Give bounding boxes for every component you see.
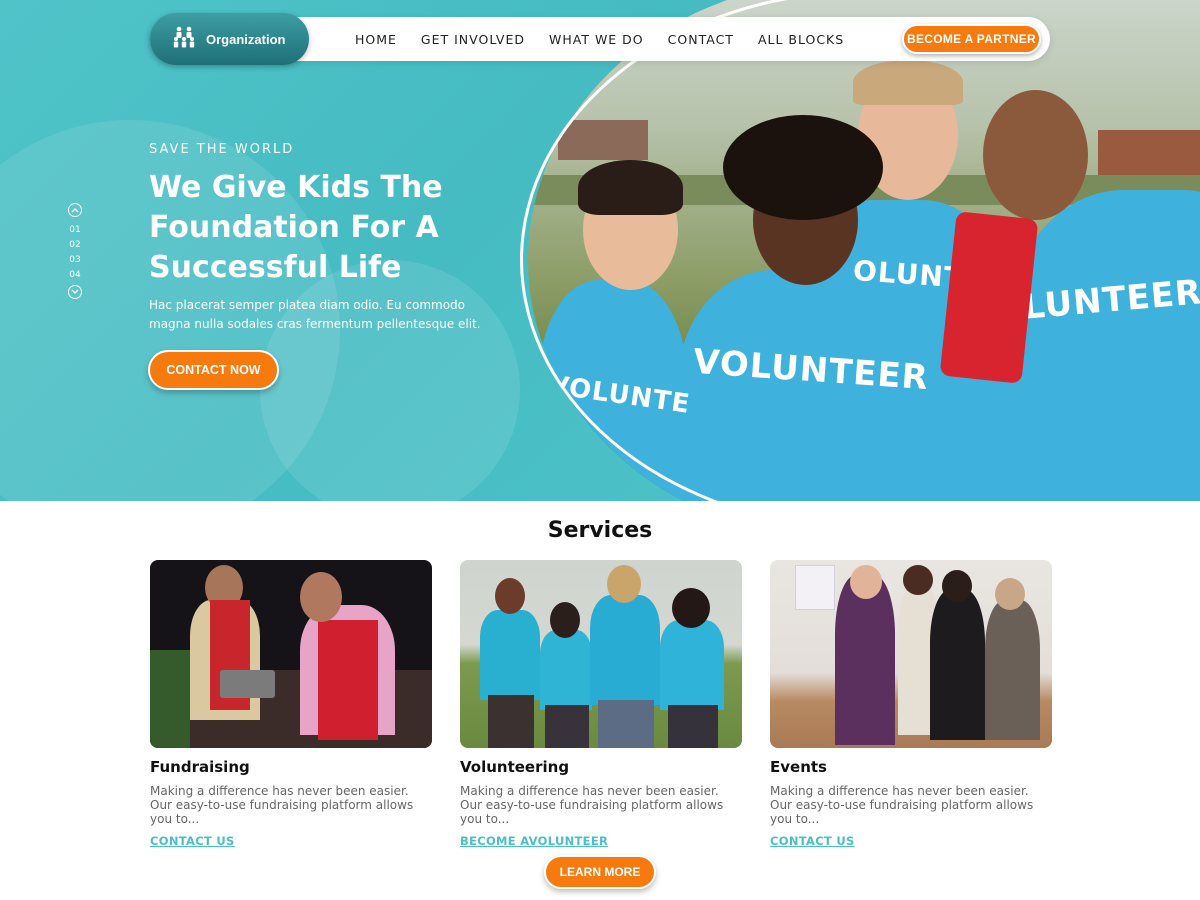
service-card-title: Events: [770, 758, 827, 776]
service-card-description: Making a difference has never been easie…: [460, 784, 724, 826]
slide-indicator-04[interactable]: 04: [69, 268, 80, 283]
hero-eyebrow: SAVE THE WORLD: [149, 142, 295, 157]
people-group-icon: [172, 26, 196, 52]
main-nav: HOME GET INVOLVED WHAT WE DO CONTACT ALL…: [355, 17, 868, 61]
service-card-description: Making a difference has never been easie…: [150, 784, 414, 826]
volunteering-photo: [460, 560, 742, 748]
slide-indicator-01[interactable]: 01: [69, 223, 80, 238]
become-volunteer-link[interactable]: BECOME AVOLUNTEER: [460, 834, 608, 848]
service-card-events: Events Making a difference has never bee…: [770, 560, 1052, 849]
hero-description: Hac placerat semper platea diam odio. Eu…: [149, 298, 481, 331]
become-partner-button[interactable]: BECOME A PARTNER: [902, 24, 1041, 54]
service-card-description: Making a difference has never been easie…: [770, 784, 1034, 826]
hero-section: VOLUNTEER LUNTEER OLUNTEER VOLUNTE SAVE …: [0, 0, 1200, 501]
service-card-title: Fundraising: [150, 758, 250, 776]
learn-more-button[interactable]: LEARN MORE: [544, 855, 656, 889]
brand-name: Organization: [206, 31, 286, 47]
hero-title: We Give Kids The Foundation For A Succes…: [149, 170, 443, 285]
slide-indicator-02[interactable]: 02: [69, 238, 80, 253]
fundraising-photo: [150, 560, 432, 748]
nav-get-involved[interactable]: GET INVOLVED: [421, 32, 525, 47]
chevron-down-icon[interactable]: [68, 285, 82, 299]
chevron-up-icon[interactable]: [68, 203, 82, 217]
nav-home[interactable]: HOME: [355, 32, 397, 47]
slider-pagination: 01 02 03 04: [66, 203, 84, 299]
slide-indicator-03[interactable]: 03: [69, 253, 80, 268]
services-title: Services: [547, 518, 653, 543]
hero-decor-ring: [520, 0, 1200, 501]
service-card-title: Volunteering: [460, 758, 570, 776]
service-card-volunteering: Volunteering Making a difference has nev…: [460, 560, 742, 849]
brand-logo[interactable]: Organization: [150, 13, 309, 65]
nav-what-we-do[interactable]: WHAT WE DO: [549, 32, 644, 47]
contact-us-link[interactable]: CONTACT US: [150, 834, 235, 848]
events-photo: [770, 560, 1052, 748]
nav-contact[interactable]: CONTACT: [668, 32, 734, 47]
contact-now-button[interactable]: CONTACT NOW: [148, 350, 279, 390]
service-card-fundraising: Fundraising Making a difference has neve…: [150, 560, 432, 849]
nav-all-blocks[interactable]: ALL BLOCKS: [758, 32, 844, 47]
contact-us-link[interactable]: CONTACT US: [770, 834, 855, 848]
